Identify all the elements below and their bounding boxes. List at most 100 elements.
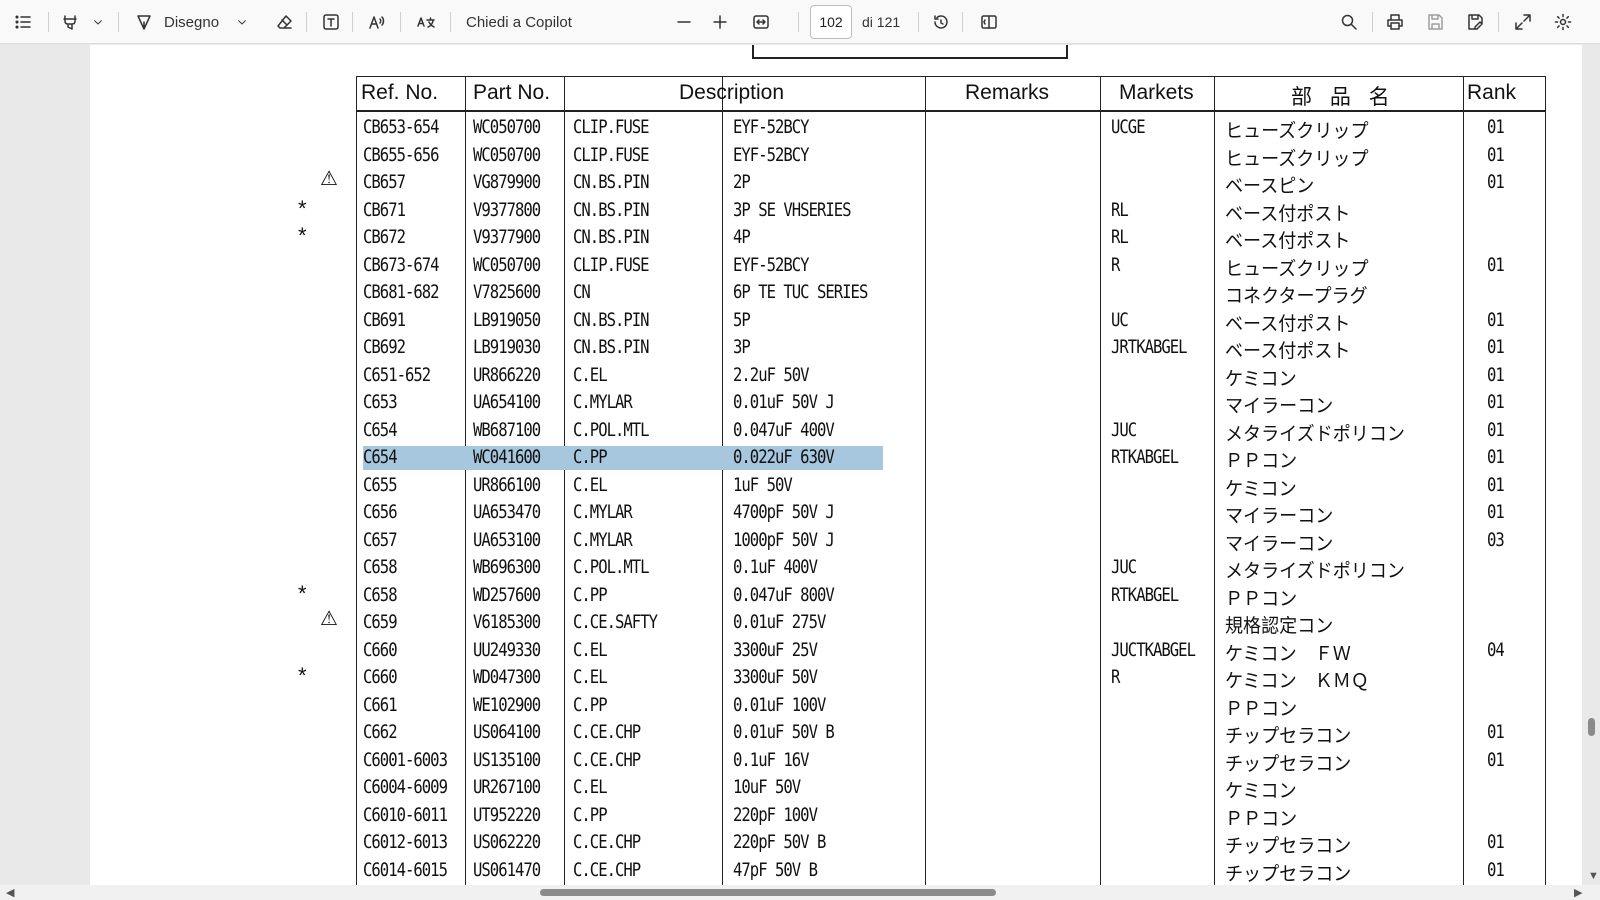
draw-dropdown-chevron-down-icon[interactable]	[232, 0, 252, 44]
part-no-cell: WC050700	[473, 253, 541, 276]
read-aloud-icon[interactable]	[364, 0, 390, 44]
description-type-cell: C.EL	[573, 638, 608, 661]
table-row[interactable]: C660 UU249330 C.EL 3300uF 25V JUCTKABGEL ケミコン…	[357, 639, 1545, 667]
part-no-cell: UA653470	[473, 501, 541, 523]
translate-icon[interactable]	[412, 0, 440, 44]
part-no-cell: V7825600	[473, 281, 541, 303]
part-name-jp-cell: ベース付ポスト	[1225, 230, 1351, 252]
zoom-in-icon[interactable]	[708, 0, 732, 44]
table-row[interactable]: C655 UR866100 C.EL 1uF 50V ケミコン 01	[357, 474, 1545, 502]
fit-width-icon[interactable]	[748, 0, 774, 44]
ref-no-cell: CB671	[363, 198, 406, 221]
table-row[interactable]: CB653-654 WC050700 CLIP.FUSE EYF-52BCY UCGE ヒ…	[357, 116, 1545, 144]
part-no-cell: WD047300	[473, 666, 541, 688]
table-row[interactable]: CB692 LB919030 CN.BS.PIN 3P JRTKABGEL ベース付ポスト…	[357, 336, 1545, 364]
description-spec-cell: 4P	[733, 226, 751, 248]
table-row[interactable]: C653 UA654100 C.MYLAR 0.01uF 50V J マイラーコン 01	[357, 391, 1545, 419]
table-row[interactable]: C658 WB696300 C.POL.MTL 0.1uF 400V JUC メタライズド…	[357, 556, 1545, 584]
ref-no-cell: C658	[363, 583, 398, 606]
part-no-cell: UR866100	[473, 473, 541, 496]
part-name-jp-cell: ＰＰコン	[1225, 807, 1298, 830]
table-row[interactable]: CB673-674 WC050700 CLIP.FUSE EYF-52BCY R ヒューズ…	[357, 254, 1545, 282]
highlight-icon[interactable]	[58, 0, 82, 44]
ref-no-cell: C657	[363, 528, 398, 551]
part-name-jp-cell: マイラーコン	[1225, 532, 1334, 555]
table-row[interactable]: CB672 V9377900 CN.BS.PIN 4P RL ベース付ポスト	[357, 226, 1545, 254]
horizontal-scrollbar[interactable]: ◀ ▶	[0, 885, 1600, 900]
description-spec-cell: 0.047uF 400V	[733, 418, 835, 441]
table-row[interactable]: C659 V6185300 C.CE.SAFTY 0.01uF 275V 規格認定コン	[357, 611, 1545, 639]
table-row[interactable]: C656 UA653470 C.MYLAR 4700pF 50V J マイラーコン 01	[357, 501, 1545, 529]
scroll-right-arrow-icon[interactable]: ▶	[1574, 886, 1582, 899]
table-row[interactable]: C651-652 UR866220 C.EL 2.2uF 50V ケミコン 01	[357, 364, 1545, 392]
table-row[interactable]: CB657 VG879900 CN.BS.PIN 2P ベースピン 01	[357, 171, 1545, 199]
description-type-cell: CLIP.FUSE	[573, 143, 650, 166]
scroll-left-arrow-icon[interactable]: ◀	[6, 886, 14, 899]
draw-icon[interactable]	[132, 0, 156, 44]
document-viewer[interactable]: Ref. No. Part No. Description Remarks Ma…	[0, 45, 1600, 885]
save-as-icon[interactable]	[1462, 0, 1488, 44]
part-name-jp-cell: ケミコン ＫＭＱ	[1225, 670, 1369, 692]
part-no-cell: UR267100	[473, 776, 541, 798]
description-type-cell: C.PP	[573, 693, 608, 716]
search-icon[interactable]	[1336, 0, 1362, 44]
part-name-jp-cell: ＰＰコン	[1225, 450, 1298, 472]
table-row[interactable]: C658 WD257600 C.PP 0.047uF 800V RTKABGEL ＰＰコン	[357, 584, 1545, 612]
markets-cell: R	[1111, 253, 1120, 276]
highlight-dropdown-chevron-down-icon[interactable]	[88, 0, 108, 44]
part-no-cell: US135100	[473, 748, 541, 771]
description-type-cell: C.POL.MTL	[573, 556, 650, 578]
description-type-cell: CLIP.FUSE	[573, 116, 650, 138]
eraser-icon[interactable]	[272, 0, 298, 44]
scroll-down-arrow-icon[interactable]: ▼	[1588, 870, 1599, 882]
part-no-cell: WC050700	[473, 116, 541, 138]
table-row[interactable]: C654 WB687100 C.POL.MTL 0.047uF 400V JUC メタライ…	[357, 419, 1545, 447]
print-icon[interactable]	[1382, 0, 1408, 44]
table-row[interactable]: C657 UA653100 C.MYLAR 1000pF 50V J マイラーコン 03	[357, 529, 1545, 557]
page-view-icon[interactable]	[976, 0, 1002, 44]
rank-cell: 01	[1487, 418, 1505, 441]
contents-icon[interactable]	[10, 0, 36, 44]
table-row[interactable]: C6001-6003 US135100 C.CE.CHP 0.1uF 16V チップセラ…	[357, 749, 1545, 777]
page-number-input[interactable]: 102	[810, 5, 852, 39]
table-row[interactable]: C660 WD047300 C.EL 3300uF 50V R ケミコン ＫＭＱ	[357, 666, 1545, 694]
horizontal-scrollbar-thumb[interactable]	[540, 889, 996, 896]
description-type-cell: CN.BS.PIN	[573, 336, 650, 358]
part-no-cell: WB696300	[473, 556, 541, 578]
vertical-scrollbar-thumb[interactable]	[1588, 718, 1595, 736]
table-row[interactable]: C661 WE102900 C.PP 0.01uF 100V ＰＰコン	[357, 694, 1545, 722]
table-row[interactable]: C6012-6013 US062220 C.CE.CHP 220pF 50V B チップ…	[357, 831, 1545, 859]
description-type-cell: CN.BS.PIN	[573, 198, 650, 221]
header-part-name-jp: 部 品 名	[1291, 86, 1396, 109]
page-total: di 121	[862, 14, 901, 30]
description-spec-cell: 220pF 100V	[733, 803, 818, 826]
table-row[interactable]: C6014-6015 US061470 C.CE.CHP 47pF 50V B チップセ…	[357, 859, 1545, 886]
expand-icon[interactable]	[1510, 0, 1536, 44]
part-name-jp-cell: ヒューズクリップ	[1225, 257, 1369, 280]
table-row[interactable]: CB671 V9377800 CN.BS.PIN 3P SE VHSERIES RL ベー…	[357, 199, 1545, 227]
rotate-icon[interactable]	[928, 0, 954, 44]
header-ref-no: Ref. No.	[361, 81, 439, 104]
part-no-cell: WD257600	[473, 583, 541, 606]
text-box-icon[interactable]	[318, 0, 344, 44]
table-row[interactable]: C6004-6009 UR267100 C.EL 10uF 50V ケミコン	[357, 776, 1545, 804]
part-name-jp-cell: ベースピン	[1225, 175, 1315, 197]
header-markets: Markets	[1119, 81, 1194, 104]
part-no-cell: UR866220	[473, 363, 541, 386]
table-row[interactable]: C6010-6011 UT952220 C.PP 220pF 100V ＰＰコン	[357, 804, 1545, 832]
ref-no-cell: C660	[363, 638, 398, 661]
draw-button[interactable]: Disegno	[164, 0, 219, 44]
description-spec-cell: 0.01uF 50V B	[733, 721, 835, 743]
zoom-out-icon[interactable]	[672, 0, 696, 44]
markets-cell: JRTKABGEL	[1111, 336, 1188, 358]
settings-icon[interactable]	[1550, 0, 1576, 44]
table-row-selected[interactable]: C654 WC041600 C.PP 0.022uF 630V RTKABGEL ＰＰコン…	[357, 446, 1545, 474]
table-row[interactable]: C662 US064100 C.CE.CHP 0.01uF 50V B チップセラコン 0…	[357, 721, 1545, 749]
table-row[interactable]: CB691 LB919050 CN.BS.PIN 5P UC ベース付ポスト 01	[357, 309, 1545, 337]
ask-copilot-button[interactable]: Chiedi a Copilot	[466, 0, 572, 44]
table-row[interactable]: CB655-656 WC050700 CLIP.FUSE EYF-52BCY ヒューズク…	[357, 144, 1545, 172]
table-row[interactable]: CB681-682 V7825600 CN 6P TE TUC SERIES コネクター…	[357, 281, 1545, 309]
rank-cell: 01	[1487, 858, 1505, 881]
ref-no-cell: C659	[363, 611, 398, 633]
save-icon[interactable]	[1422, 0, 1448, 44]
